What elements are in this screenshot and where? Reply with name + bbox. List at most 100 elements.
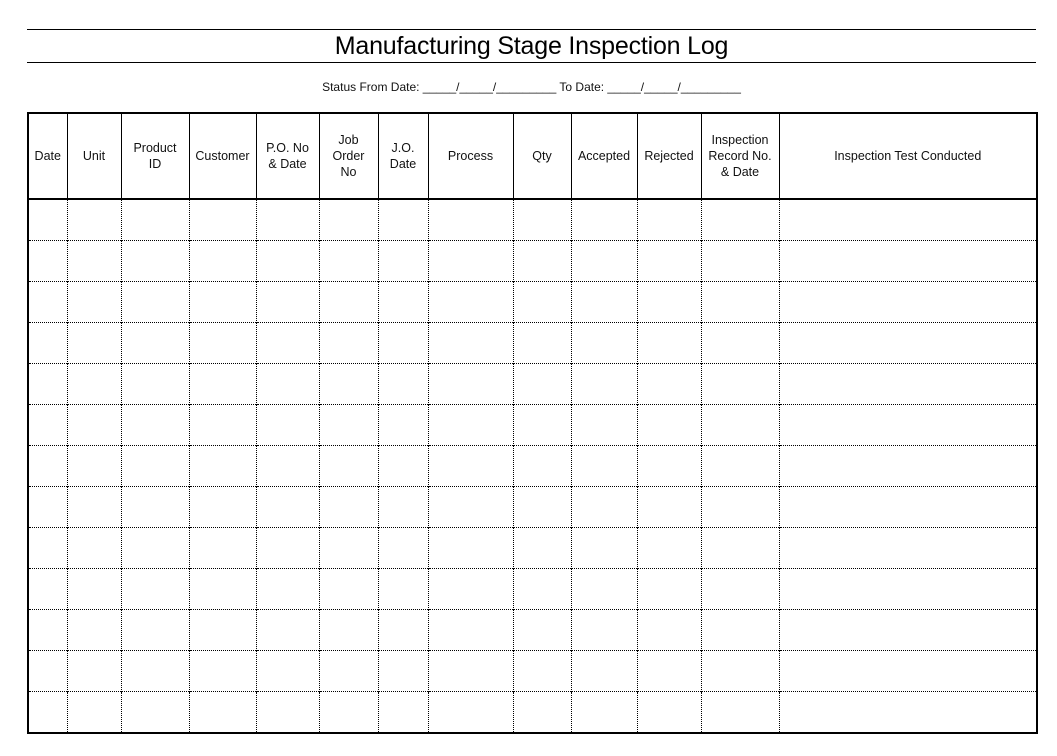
table-cell-process[interactable] [427, 650, 513, 692]
table-cell-product-id[interactable] [120, 322, 189, 364]
table-cell-process[interactable] [427, 322, 513, 364]
table-cell-customer[interactable] [188, 650, 256, 692]
table-cell-inspection-record[interactable] [700, 404, 779, 446]
table-cell-jo-date[interactable] [377, 527, 428, 569]
table-cell-inspection-test[interactable] [778, 691, 1037, 733]
table-cell-accepted[interactable] [570, 363, 637, 405]
table-cell-process[interactable] [427, 527, 513, 569]
table-cell-jo-date[interactable] [377, 199, 428, 241]
table-cell-unit[interactable] [66, 199, 121, 241]
table-cell-po-no-date[interactable] [255, 240, 319, 282]
table-cell-product-id[interactable] [120, 281, 189, 323]
table-cell-accepted[interactable] [570, 404, 637, 446]
table-cell-product-id[interactable] [120, 445, 189, 487]
table-cell-inspection-record[interactable] [700, 199, 779, 241]
table-cell-process[interactable] [427, 568, 513, 610]
table-cell-accepted[interactable] [570, 240, 637, 282]
table-cell-qty[interactable] [512, 486, 571, 528]
table-cell-qty[interactable] [512, 691, 571, 733]
table-cell-product-id[interactable] [120, 527, 189, 569]
table-cell-rejected[interactable] [636, 568, 701, 610]
table-cell-inspection-test[interactable] [778, 240, 1037, 282]
table-cell-product-id[interactable] [120, 609, 189, 651]
table-cell-product-id[interactable] [120, 650, 189, 692]
table-cell-product-id[interactable] [120, 199, 189, 241]
table-cell-unit[interactable] [66, 609, 121, 651]
table-cell-date[interactable] [28, 445, 67, 487]
table-cell-rejected[interactable] [636, 199, 701, 241]
table-cell-qty[interactable] [512, 527, 571, 569]
table-cell-inspection-record[interactable] [700, 609, 779, 651]
table-cell-inspection-test[interactable] [778, 609, 1037, 651]
table-cell-product-id[interactable] [120, 486, 189, 528]
table-cell-customer[interactable] [188, 322, 256, 364]
table-cell-unit[interactable] [66, 322, 121, 364]
table-cell-inspection-test[interactable] [778, 650, 1037, 692]
table-cell-po-no-date[interactable] [255, 363, 319, 405]
table-cell-po-no-date[interactable] [255, 527, 319, 569]
table-cell-process[interactable] [427, 404, 513, 446]
table-cell-rejected[interactable] [636, 650, 701, 692]
table-cell-date[interactable] [28, 486, 67, 528]
table-cell-inspection-record[interactable] [700, 363, 779, 405]
table-cell-rejected[interactable] [636, 445, 701, 487]
table-cell-accepted[interactable] [570, 527, 637, 569]
table-cell-product-id[interactable] [120, 691, 189, 733]
table-cell-date[interactable] [28, 609, 67, 651]
table-cell-qty[interactable] [512, 650, 571, 692]
table-cell-inspection-test[interactable] [778, 527, 1037, 569]
table-cell-job-order-no[interactable] [318, 486, 378, 528]
table-cell-inspection-record[interactable] [700, 691, 779, 733]
table-cell-date[interactable] [28, 404, 67, 446]
table-cell-unit[interactable] [66, 404, 121, 446]
table-cell-rejected[interactable] [636, 404, 701, 446]
table-cell-job-order-no[interactable] [318, 650, 378, 692]
table-cell-job-order-no[interactable] [318, 404, 378, 446]
table-cell-accepted[interactable] [570, 445, 637, 487]
table-cell-po-no-date[interactable] [255, 691, 319, 733]
table-cell-qty[interactable] [512, 404, 571, 446]
table-cell-job-order-no[interactable] [318, 322, 378, 364]
table-cell-customer[interactable] [188, 281, 256, 323]
table-cell-rejected[interactable] [636, 609, 701, 651]
table-cell-date[interactable] [28, 322, 67, 364]
table-cell-job-order-no[interactable] [318, 363, 378, 405]
table-cell-rejected[interactable] [636, 691, 701, 733]
table-cell-accepted[interactable] [570, 281, 637, 323]
table-cell-po-no-date[interactable] [255, 609, 319, 651]
table-cell-po-no-date[interactable] [255, 404, 319, 446]
table-cell-job-order-no[interactable] [318, 527, 378, 569]
table-cell-date[interactable] [28, 240, 67, 282]
table-cell-accepted[interactable] [570, 322, 637, 364]
table-cell-qty[interactable] [512, 281, 571, 323]
table-cell-customer[interactable] [188, 527, 256, 569]
table-cell-po-no-date[interactable] [255, 486, 319, 528]
table-cell-date[interactable] [28, 568, 67, 610]
table-cell-accepted[interactable] [570, 199, 637, 241]
table-cell-qty[interactable] [512, 445, 571, 487]
table-cell-unit[interactable] [66, 363, 121, 405]
table-cell-inspection-record[interactable] [700, 445, 779, 487]
table-cell-unit[interactable] [66, 445, 121, 487]
table-cell-inspection-record[interactable] [700, 650, 779, 692]
table-cell-job-order-no[interactable] [318, 609, 378, 651]
table-cell-customer[interactable] [188, 691, 256, 733]
table-cell-jo-date[interactable] [377, 486, 428, 528]
table-cell-process[interactable] [427, 281, 513, 323]
table-cell-inspection-test[interactable] [778, 322, 1037, 364]
table-cell-jo-date[interactable] [377, 691, 428, 733]
table-cell-qty[interactable] [512, 609, 571, 651]
table-cell-date[interactable] [28, 363, 67, 405]
table-cell-product-id[interactable] [120, 240, 189, 282]
table-cell-rejected[interactable] [636, 322, 701, 364]
table-cell-inspection-record[interactable] [700, 527, 779, 569]
table-cell-inspection-record[interactable] [700, 240, 779, 282]
table-cell-jo-date[interactable] [377, 609, 428, 651]
table-cell-jo-date[interactable] [377, 568, 428, 610]
table-cell-date[interactable] [28, 281, 67, 323]
table-cell-rejected[interactable] [636, 240, 701, 282]
table-cell-inspection-test[interactable] [778, 486, 1037, 528]
table-cell-customer[interactable] [188, 240, 256, 282]
table-cell-po-no-date[interactable] [255, 199, 319, 241]
table-cell-qty[interactable] [512, 240, 571, 282]
